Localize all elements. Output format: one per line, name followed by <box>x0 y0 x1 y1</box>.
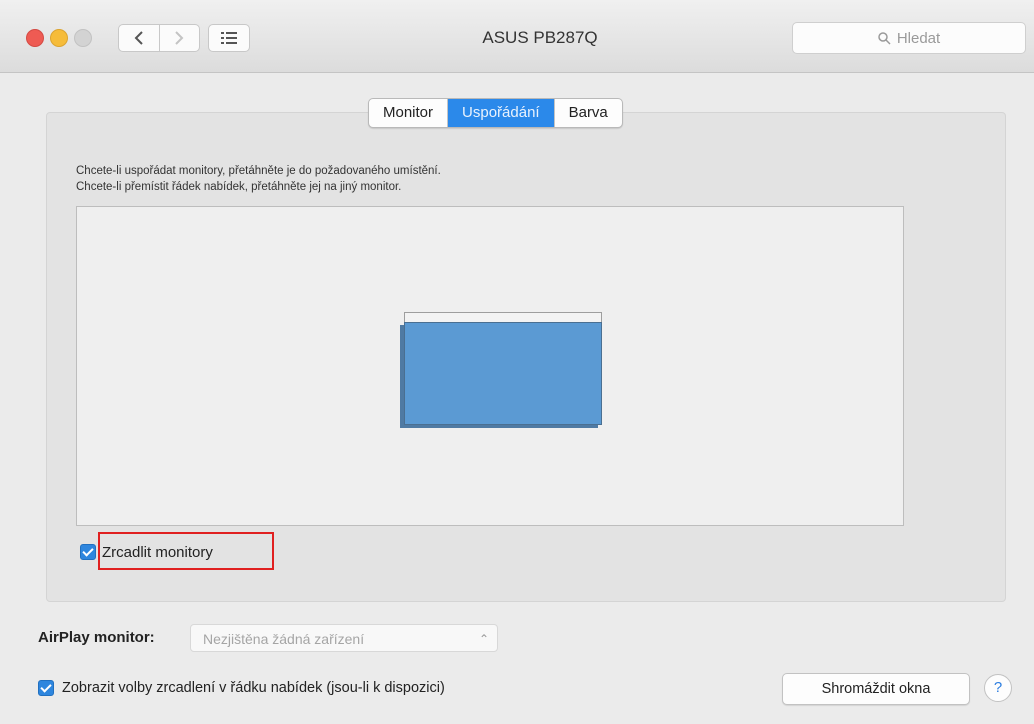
airplay-select[interactable]: Nezjištěna žádná zařízení ⌃ <box>190 624 498 652</box>
minimize-window-button[interactable] <box>50 29 68 47</box>
updown-arrows-icon: ⌃ <box>478 632 489 646</box>
grid-icon <box>221 32 237 44</box>
show-mirroring-label: Zobrazit volby zrcadlení v řádku nabídek… <box>62 680 445 696</box>
airplay-selected-value: Nezjištěna žádná zařízení <box>203 631 365 647</box>
show-mirroring-checkbox[interactable] <box>38 680 54 696</box>
search-input[interactable]: Hledat <box>792 22 1026 54</box>
tab-bar: Monitor Uspořádání Barva <box>368 98 623 128</box>
navigation-buttons <box>118 24 200 52</box>
chevron-left-icon <box>134 31 143 45</box>
instruction-line-2: Chcete-li přemístit řádek nabídek, přetá… <box>76 181 402 193</box>
help-button[interactable]: ? <box>984 674 1012 702</box>
gather-windows-button[interactable]: Shromáždit okna <box>782 673 970 705</box>
monitor-screen <box>404 322 602 425</box>
search-icon <box>878 31 891 45</box>
instruction-line-1: Chcete-li uspořádat monitory, přetáhněte… <box>76 165 441 177</box>
window-title: ASUS PB287Q <box>482 28 598 47</box>
zoom-window-button[interactable] <box>74 29 92 47</box>
back-button[interactable] <box>119 25 159 51</box>
mirror-displays-checkbox[interactable] <box>80 544 96 560</box>
close-window-button[interactable] <box>26 29 44 47</box>
tab-color[interactable]: Barva <box>553 99 622 127</box>
forward-button[interactable] <box>158 25 200 51</box>
show-mirroring-option: Zobrazit volby zrcadlení v řádku nabídek… <box>38 680 445 696</box>
search-placeholder: Hledat <box>896 29 941 47</box>
monitor-arrangement-area <box>76 206 904 526</box>
airplay-label: AirPlay monitor: <box>38 629 155 646</box>
title-bar: ASUS PB287Q Hledat <box>0 0 1034 73</box>
chevron-right-icon <box>175 31 184 45</box>
arrangement-instructions: Chcete-li uspořádat monitory, přetáhněte… <box>76 163 896 195</box>
tab-monitor[interactable]: Monitor <box>369 99 447 127</box>
show-all-button[interactable] <box>208 24 250 52</box>
tab-arrangement[interactable]: Uspořádání <box>447 99 554 127</box>
highlight-annotation <box>98 532 274 570</box>
display-preferences-window: ASUS PB287Q Hledat Monitor Uspořádání Ba… <box>0 0 1034 724</box>
monitor-thumbnail[interactable] <box>404 312 602 425</box>
